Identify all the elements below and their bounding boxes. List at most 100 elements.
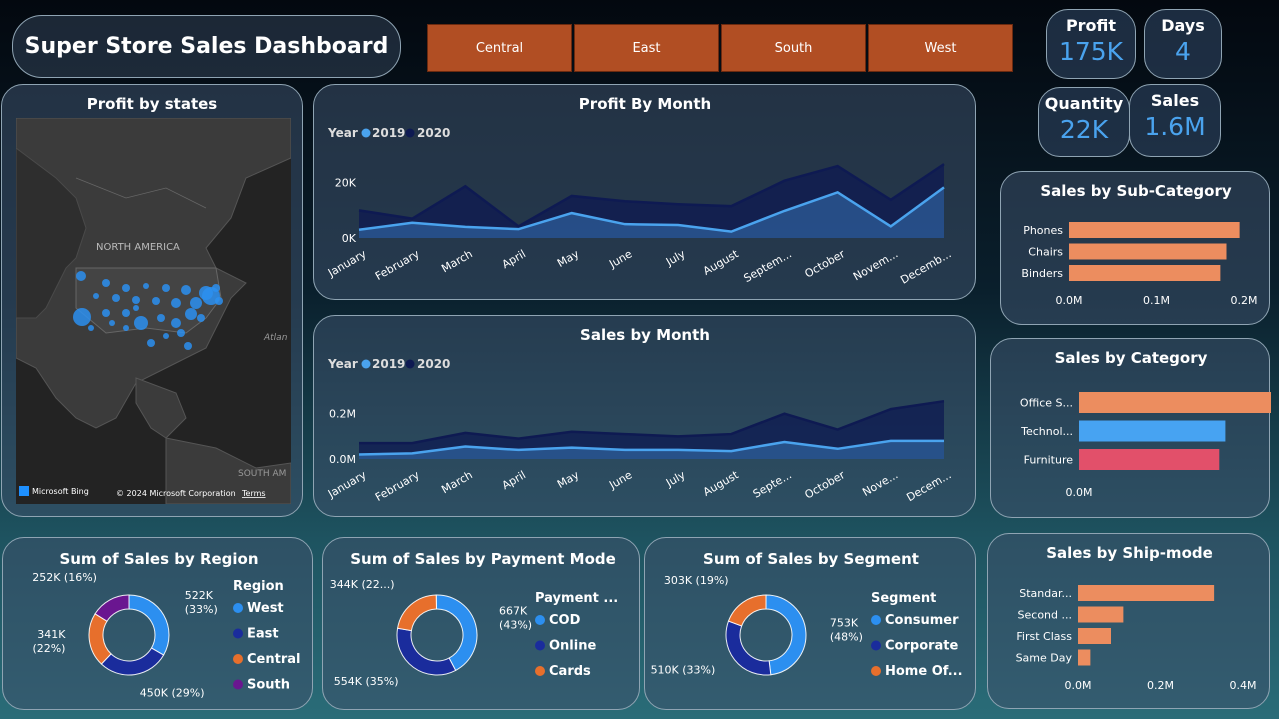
bar[interactable] (1069, 243, 1227, 260)
legend-label-2020[interactable]: 2020 (417, 357, 450, 371)
map-bubble[interactable] (112, 294, 120, 302)
region-button-south[interactable]: South (721, 24, 866, 72)
bar-category-label: Second ... (1018, 609, 1072, 622)
x-tick-label: February (373, 247, 422, 283)
legend-label[interactable]: West (247, 601, 284, 616)
legend-label[interactable]: Cards (549, 664, 591, 679)
legend-label[interactable]: Corporate (885, 639, 959, 654)
bing-logo-icon (19, 486, 29, 496)
map-bubble[interactable] (123, 325, 129, 331)
legend-label-2019[interactable]: 2019 (372, 126, 405, 140)
bar[interactable] (1078, 628, 1111, 644)
map-bubble[interactable] (88, 325, 94, 331)
donut-slice-1[interactable] (396, 627, 457, 676)
legend-label[interactable]: COD (549, 613, 581, 628)
donut-data-label: (33%) (185, 603, 218, 616)
donut-slice-0[interactable] (765, 594, 807, 676)
bar[interactable] (1078, 585, 1215, 601)
category-panel: Sales by Category Office S... Technol... Fu… (990, 338, 1279, 519)
legend-marker (233, 679, 243, 690)
legend-marker (871, 640, 881, 651)
map-bubble[interactable] (171, 298, 181, 308)
map-bubble[interactable] (102, 309, 110, 317)
map-bubble[interactable] (132, 296, 140, 304)
map-bubble[interactable] (190, 297, 202, 309)
map-bubble[interactable] (181, 285, 191, 295)
map-bubble[interactable] (177, 329, 185, 337)
x-tick-label: June (606, 247, 634, 271)
donut-slice-2[interactable] (88, 613, 112, 665)
map-bubble[interactable] (133, 305, 139, 311)
profit-by-month-chart[interactable]: Profit By Month Year 2019 2020 0K 20K January F… (314, 85, 977, 301)
map-bubble[interactable] (109, 320, 115, 326)
legend-label[interactable]: Central (247, 652, 300, 667)
donut-slice-2[interactable] (727, 594, 767, 627)
bar[interactable] (1069, 222, 1240, 238)
sales-by-segment-chart[interactable]: Sum of Sales by Segment 753K(48%) 510K (33… (645, 538, 977, 711)
sales-by-region-chart[interactable]: Sum of Sales by Region 522K(33%) 450K (29%… (3, 538, 314, 711)
map-copyright: © 2024 Microsoft Corporation (116, 489, 236, 498)
y-tick-label: 0K (342, 232, 357, 245)
map-bubble[interactable] (152, 297, 160, 305)
map-graphic[interactable]: NORTH AMERICA Atlan SOUTH AM Microsoft B… (16, 118, 291, 504)
map-bubble[interactable] (171, 318, 181, 328)
map-bubble[interactable] (93, 293, 99, 299)
segment-donut-panel: Sum of Sales by Segment 753K (48%) 510K (33… (644, 537, 976, 710)
map-bubble[interactable] (185, 308, 197, 320)
map-bubble[interactable] (122, 284, 130, 292)
map-bubble[interactable] (143, 283, 149, 289)
map-bubble[interactable] (134, 316, 148, 330)
bar-category-label: Chairs (1028, 246, 1063, 259)
x-tick-label: Septem... (742, 247, 794, 285)
legend-label-2019[interactable]: 2019 (372, 357, 405, 371)
donut-slice-3[interactable] (94, 594, 130, 622)
donut-slice-1[interactable] (725, 620, 772, 676)
map-terms-link[interactable]: Terms (241, 489, 266, 498)
sales-by-month-chart[interactable]: Sales by Month Year 2019 2020 0.0M 0.2M Januar… (314, 316, 977, 518)
profit-map[interactable]: NORTH AMERICA Atlan SOUTH AM Microsoft B… (16, 118, 291, 504)
map-bubble[interactable] (102, 279, 110, 287)
donut-slice-0[interactable] (128, 594, 170, 656)
legend-title: Year (327, 126, 358, 140)
bar[interactable] (1079, 392, 1279, 413)
bar[interactable] (1078, 649, 1091, 666)
map-bubble[interactable] (162, 284, 170, 292)
map-bubble[interactable] (163, 333, 169, 339)
map-bubble[interactable] (212, 284, 220, 292)
legend-label[interactable]: South (247, 678, 290, 693)
donut-data-label: 344K (22...) (330, 578, 395, 591)
map-bubble[interactable] (215, 297, 223, 305)
legend-label[interactable]: Consumer (885, 613, 959, 628)
bar[interactable] (1078, 606, 1124, 623)
legend-marker-2019 (361, 359, 371, 369)
map-bubble[interactable] (73, 308, 91, 326)
map-bubble[interactable] (157, 314, 165, 322)
map-bubble[interactable] (197, 314, 205, 322)
donut-slice-2[interactable] (396, 594, 437, 632)
region-button-central[interactable]: Central (427, 24, 572, 72)
sales-by-subcategory-chart[interactable]: Sales by Sub-Category Phones Chairs Binders… (1001, 172, 1271, 326)
sales-by-shipmode-chart[interactable]: Sales by Ship-mode Standar... Second ... Fi… (988, 534, 1271, 710)
region-button-west[interactable]: West (868, 24, 1013, 72)
map-bubble[interactable] (76, 271, 86, 281)
map-bubble[interactable] (184, 342, 192, 350)
x-tick-label: Decem... (904, 468, 953, 504)
legend-label[interactable]: East (247, 627, 279, 642)
legend-label-2020[interactable]: 2020 (417, 126, 450, 140)
bar[interactable] (1079, 449, 1220, 470)
donut-slice-0[interactable] (435, 594, 478, 672)
legend-label[interactable]: Online (549, 639, 596, 654)
map-bubble[interactable] (147, 339, 155, 347)
x-tick-label: February (373, 468, 422, 504)
legend-label[interactable]: Home Of... (885, 664, 963, 679)
legend-marker (233, 628, 243, 639)
region-button-east[interactable]: East (574, 24, 719, 72)
donut-legend-title: Segment (871, 591, 936, 606)
bar[interactable] (1069, 265, 1221, 281)
donut-slice-1[interactable] (100, 647, 165, 676)
bar[interactable] (1079, 420, 1226, 442)
sales-by-payment-chart[interactable]: Sum of Sales by Payment Mode 667K(43%) 554… (323, 538, 641, 711)
map-bubble[interactable] (122, 309, 130, 317)
bar-category-label: Same Day (1016, 652, 1073, 665)
sales-by-category-chart[interactable]: Sales by Category Office S... Technol... Fu… (991, 339, 1279, 519)
